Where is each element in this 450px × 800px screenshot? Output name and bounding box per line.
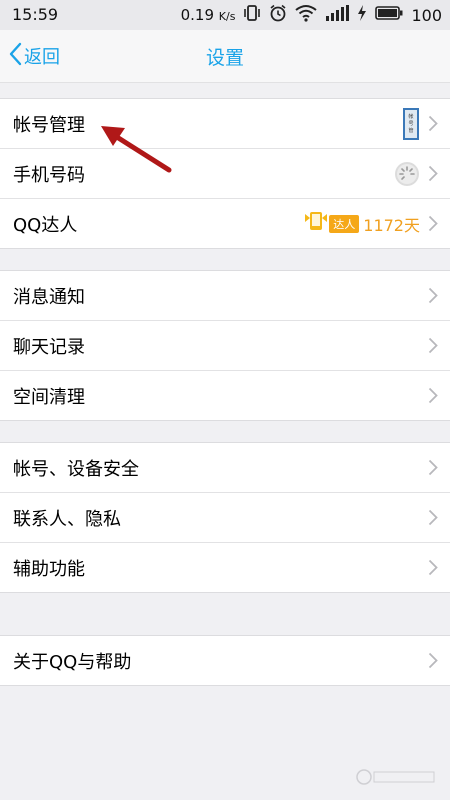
settings-item-accessibility[interactable]: 辅助功能	[0, 542, 450, 592]
qq-expert-days: 1172天	[363, 215, 420, 235]
chevron-right-icon	[428, 509, 438, 531]
nav-bar: 返回 设置	[0, 30, 450, 83]
network-speed: 0.19 K/s	[181, 6, 236, 24]
settings-item-qq-expert[interactable]: QQ达人 达人 1172天	[0, 198, 450, 248]
svg-text:管: 管	[408, 127, 413, 134]
loading-spinner-icon	[394, 149, 420, 198]
settings-item-label: 关于QQ与帮助	[13, 651, 132, 673]
page-title: 设置	[205, 47, 244, 69]
settings-item-label: 手机号码	[13, 164, 85, 186]
network-speed-value: 0.19	[180, 6, 215, 24]
settings-item-label: 空间清理	[13, 386, 85, 408]
account-thumbnail-icon: 帐号管	[402, 99, 420, 148]
chevron-right-icon	[428, 559, 438, 581]
settings-item-label: 辅助功能	[13, 558, 85, 580]
settings-group-account: 帐号管理 帐号管 手机号码 QQ达人 达人 1172天	[0, 98, 450, 249]
watermark-logo	[356, 768, 436, 790]
settings-group-general: 消息通知 聊天记录 空间清理	[0, 270, 450, 421]
alarm-icon	[269, 4, 287, 26]
settings-item-message-notifications[interactable]: 消息通知	[0, 271, 450, 320]
svg-text:号: 号	[408, 121, 413, 127]
chevron-right-icon	[428, 287, 438, 309]
svg-text:帐: 帐	[408, 113, 413, 120]
settings-item-about-help[interactable]: 关于QQ与帮助	[0, 636, 450, 685]
settings-item-phone-number[interactable]: 手机号码	[0, 148, 450, 198]
chevron-right-icon	[428, 215, 438, 237]
settings-group-security: 帐号、设备安全 联系人、隐私 辅助功能	[0, 442, 450, 593]
chevron-right-icon	[428, 652, 438, 674]
chevron-right-icon	[428, 115, 438, 137]
settings-item-label: 聊天记录	[13, 336, 85, 358]
signal-icon	[325, 5, 350, 25]
annotation-arrow-icon	[95, 118, 175, 182]
settings-item-label: 帐号、设备安全	[13, 458, 139, 480]
network-speed-unit: K/s	[218, 10, 236, 23]
chevron-right-icon	[428, 459, 438, 481]
battery-icon	[375, 5, 403, 25]
qq-expert-tag: 达人	[329, 214, 360, 233]
charging-icon	[357, 5, 367, 25]
chevron-right-icon	[428, 337, 438, 359]
vibrate-icon	[243, 4, 261, 26]
chevron-right-icon	[428, 165, 438, 187]
settings-item-account-management[interactable]: 帐号管理 帐号管	[0, 99, 450, 148]
status-icons: 0.19 K/s 100	[181, 4, 442, 26]
chevron-right-icon	[428, 387, 438, 409]
settings-item-storage-cleanup[interactable]: 空间清理	[0, 370, 450, 420]
qq-expert-badge: 达人 1172天	[304, 199, 420, 248]
status-time: 15:59	[12, 5, 59, 24]
wifi-icon	[295, 4, 318, 26]
settings-group-about: 关于QQ与帮助	[0, 635, 450, 686]
qq-expert-phone-icon	[304, 210, 328, 237]
battery-level: 100	[411, 5, 442, 25]
settings-item-account-device-security[interactable]: 帐号、设备安全	[0, 443, 450, 492]
settings-item-label: 联系人、隐私	[13, 508, 121, 530]
status-bar: 15:59 0.19 K/s 100	[0, 0, 450, 30]
settings-item-label: 帐号管理	[13, 114, 85, 136]
settings-item-contacts-privacy[interactable]: 联系人、隐私	[0, 492, 450, 542]
settings-item-label: 消息通知	[13, 286, 85, 308]
settings-item-chat-history[interactable]: 聊天记录	[0, 320, 450, 370]
